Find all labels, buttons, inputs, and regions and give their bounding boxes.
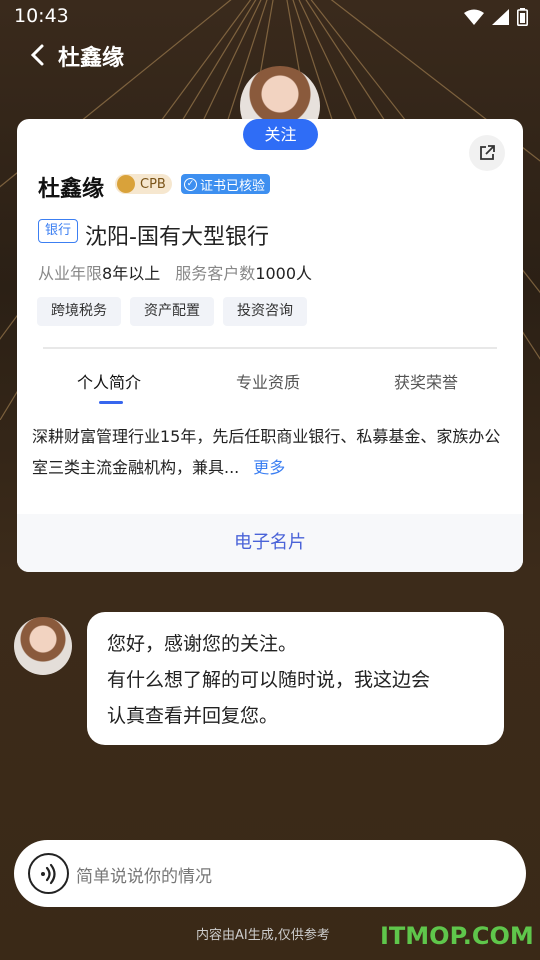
experience-label: 从业年限 <box>38 264 103 283</box>
bank-tag: 银行 <box>38 219 78 243</box>
cpb-badge: CPB <box>115 174 172 194</box>
status-bar: 10:43 <box>0 0 540 34</box>
tab-indicator <box>99 401 123 404</box>
message-line: 认真查看并回复您。 <box>107 705 279 727</box>
verified-label: 证书已核验 <box>200 178 266 194</box>
back-arrow-icon <box>30 44 44 66</box>
battery-icon <box>517 8 528 26</box>
experience-value: 8年以上 <box>102 264 161 283</box>
specialty-tag: 资产配置 <box>130 297 214 326</box>
tab-personal-intro[interactable]: 个人简介 <box>77 369 141 393</box>
chat-bubble: 您好，感谢您的关注。 有什么想了解的可以随时说，我这边会 认真查看并回复您。 <box>87 612 504 745</box>
back-button[interactable] <box>28 40 56 70</box>
status-time: 10:43 <box>14 5 69 27</box>
screen: 10:43 杜鑫缘 关注 杜鑫缘 CPB ✓ 证书已核验 银行 沈阳-国有大型银… <box>0 0 540 960</box>
tab-qualifications[interactable]: 专业资质 <box>236 369 300 393</box>
intro-text: 深耕财富管理行业15年，先后任职商业银行、私募基金、家族办公室三类主流金融机构，… <box>32 421 512 483</box>
check-icon: ✓ <box>184 177 197 191</box>
share-icon <box>480 145 495 160</box>
share-button[interactable] <box>469 135 505 171</box>
tab-awards[interactable]: 获奖荣誉 <box>394 369 458 393</box>
ai-disclaimer: 内容由AI生成,仅供参考 <box>196 928 330 943</box>
advisor-name: 杜鑫缘 <box>38 177 105 202</box>
signal-icon <box>492 9 509 25</box>
specialty-tag: 投资咨询 <box>223 297 307 326</box>
medal-icon <box>117 175 135 193</box>
chat-input-placeholder[interactable]: 简单说说你的情况 <box>76 862 212 887</box>
specialty-tags: 跨境税务 资产配置 投资咨询 <box>37 297 307 326</box>
voice-button[interactable] <box>28 853 69 894</box>
watermark: ITMOP.COM <box>380 922 534 950</box>
more-link[interactable]: 更多 <box>253 458 285 477</box>
cpb-label: CPB <box>140 176 166 192</box>
profile-tabs: 个人简介 专业资质 获奖荣誉 <box>17 369 523 405</box>
chat-avatar <box>14 617 72 675</box>
institution: 沈阳-国有大型银行 <box>85 225 269 250</box>
message-line: 有什么想了解的可以随时说，我这边会 <box>107 669 431 691</box>
wifi-icon <box>464 9 484 25</box>
ecard-button[interactable]: 电子名片 <box>17 514 523 572</box>
message-line: 您好，感谢您的关注。 <box>107 633 298 655</box>
stats: 从业年限8年以上 服务客户数1000人 <box>38 260 312 284</box>
page-title: 杜鑫缘 <box>58 46 125 71</box>
profile-card: 杜鑫缘 CPB ✓ 证书已核验 银行 沈阳-国有大型银行 从业年限8年以上 服务… <box>17 119 523 572</box>
voice-icon <box>40 863 56 884</box>
chat-input-bar[interactable]: 简单说说你的情况 <box>14 840 526 907</box>
status-icons <box>464 8 528 26</box>
verified-badge: ✓ 证书已核验 <box>181 174 271 194</box>
follow-button[interactable]: 关注 <box>243 119 318 150</box>
clients-value: 1000人 <box>255 264 313 283</box>
clients-label: 服务客户数 <box>175 264 256 283</box>
specialty-tag: 跨境税务 <box>37 297 121 326</box>
divider <box>43 347 497 349</box>
